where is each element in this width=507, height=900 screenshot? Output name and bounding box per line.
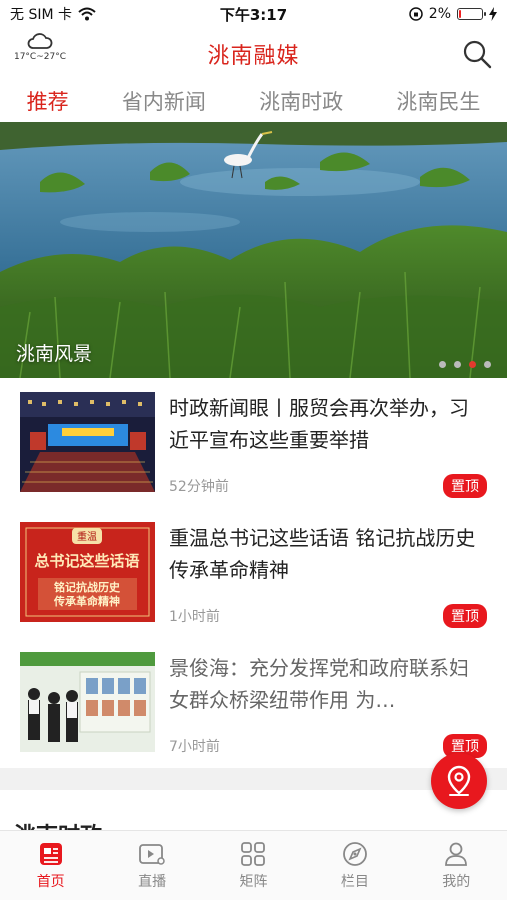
weather-widget[interactable]: 17°C~27°C — [10, 32, 70, 62]
charging-bolt-icon — [489, 7, 497, 21]
thumb-subline1-text: 铭记抗战历史 — [54, 580, 121, 594]
news-thumbnail — [20, 392, 155, 492]
thumb-headline-text: 总书记这些话语 — [34, 552, 139, 570]
news-list: 时政新闻眼丨服贸会再次举办，习近平宣布这些重要举措 52分钟前 置顶 重温 总书… — [0, 378, 507, 768]
carousel-dots — [439, 361, 491, 368]
tab-taonan-livelihood[interactable]: 洮南民生 — [390, 86, 486, 116]
carousel-dot-active[interactable] — [469, 361, 476, 368]
pinned-badge: 置顶 — [443, 604, 487, 628]
tabbar-label: 矩阵 — [239, 874, 268, 890]
tabbar-label: 首页 — [36, 874, 65, 890]
location-button[interactable] — [431, 753, 487, 809]
home-news-icon — [39, 843, 62, 865]
news-title: 重温总书记这些话语 铭记抗战历史传承革命精神 — [169, 526, 476, 582]
weather-temp: 17°C~27°C — [13, 52, 66, 62]
tabbar-matrix[interactable]: 矩阵 — [213, 841, 293, 891]
carrier-label: 无 SIM 卡 — [10, 7, 72, 23]
news-title: 景俊海：充分发挥党和政府联系妇女群众桥梁纽带作用 为… — [169, 656, 469, 712]
thumb-subline2-text: 传承革命精神 — [53, 594, 120, 608]
cloud-icon — [27, 33, 53, 49]
orientation-lock-icon — [409, 7, 423, 21]
pinned-badge: 置顶 — [443, 474, 487, 498]
column-compass-icon — [342, 842, 367, 866]
battery-icon — [457, 8, 486, 20]
news-title: 时政新闻眼丨服贸会再次举办，习近平宣布这些重要举措 — [169, 396, 469, 452]
bottom-tab-bar: 首页 直播 矩阵 栏目 我的 — [0, 830, 507, 900]
carousel-dot[interactable] — [454, 361, 461, 368]
location-pin-icon — [447, 765, 471, 796]
tabbar-live[interactable]: 直播 — [112, 841, 192, 891]
tab-province-news[interactable]: 省内新闻 — [116, 86, 212, 116]
search-icon — [463, 40, 492, 69]
user-icon — [445, 842, 468, 866]
thumb-tag-text: 重温 — [77, 530, 97, 543]
news-item[interactable]: 时政新闻眼丨服贸会再次举办，习近平宣布这些重要举措 52分钟前 置顶 — [0, 378, 507, 508]
tabbar-home[interactable]: 首页 — [11, 841, 91, 891]
search-button[interactable] — [459, 36, 495, 72]
banner-caption: 洮南风景 — [16, 343, 93, 365]
news-item[interactable]: 景俊海：充分发挥党和政府联系妇女群众桥梁纽带作用 为… 7小时前 置顶 — [0, 638, 507, 768]
battery-percent: 2% — [428, 6, 451, 22]
app-title: 洮南融媒 — [207, 44, 300, 69]
status-bar: 无 SIM 卡 下午3:17 2% — [0, 0, 507, 28]
section-title: 洮南时政 — [14, 818, 102, 830]
section-header: 洮南时政 — [0, 790, 507, 830]
news-item[interactable]: 重温 总书记这些话语 铭记抗战历史 传承革命精神 重温总书记这些话语 铭记抗战历… — [0, 508, 507, 638]
tabbar-columns[interactable]: 栏目 — [315, 841, 395, 891]
tabbar-profile[interactable]: 我的 — [416, 841, 496, 891]
news-time: 1小时前 — [169, 609, 220, 625]
carousel-dot[interactable] — [439, 361, 446, 368]
grid-icon — [241, 842, 266, 866]
tab-recommend[interactable]: 推荐 — [21, 86, 75, 116]
news-thumbnail: 重温 总书记这些话语 铭记抗战历史 传承革命精神 — [20, 522, 155, 622]
tabbar-label: 直播 — [138, 874, 167, 890]
channel-tabs: 推荐 省内新闻 洮南时政 洮南民生 — [0, 80, 507, 122]
tabbar-label: 栏目 — [340, 874, 369, 890]
tabbar-label: 我的 — [442, 874, 471, 890]
tab-taonan-politics[interactable]: 洮南时政 — [253, 86, 349, 116]
news-thumbnail — [20, 652, 155, 752]
news-time: 7小时前 — [169, 739, 220, 755]
carousel-dot[interactable] — [484, 361, 491, 368]
live-video-icon — [139, 844, 165, 865]
news-time: 52分钟前 — [169, 479, 229, 495]
wifi-icon — [78, 7, 96, 21]
banner-carousel[interactable]: 洮南风景 — [0, 122, 507, 378]
app-header: 17°C~27°C 洮南融媒 — [0, 28, 507, 80]
